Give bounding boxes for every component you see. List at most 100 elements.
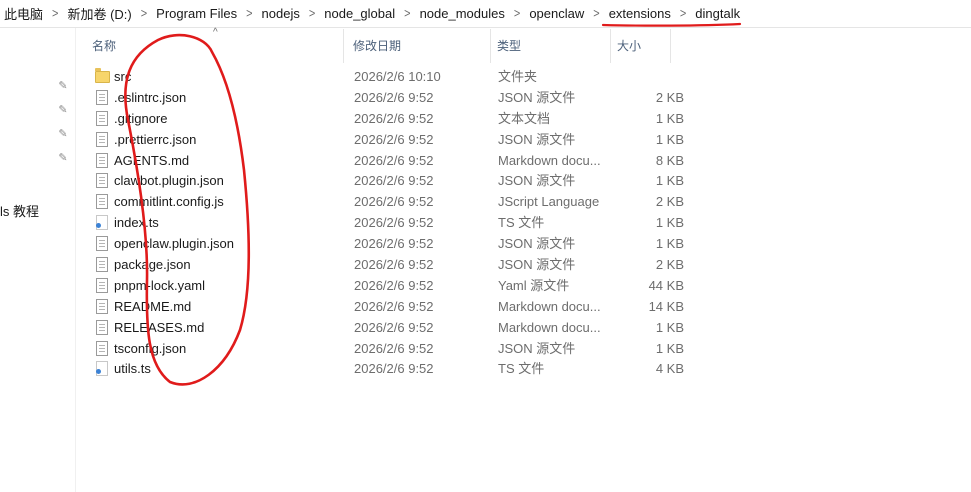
file-type: JSON 源文件	[498, 236, 576, 252]
document-icon	[96, 340, 108, 356]
file-name: commitlint.config.js	[114, 194, 224, 210]
file-type: TS 文件	[498, 361, 545, 377]
file-row[interactable]: clawbot.plugin.json 2026/2/6 9:52 JSON 源文件…	[76, 170, 971, 191]
file-row[interactable]: AGENTS.md 2026/2/6 9:52 Markdown docu... 8 …	[76, 150, 971, 171]
file-name: utils.ts	[114, 361, 151, 377]
file-name: clawbot.plugin.json	[114, 173, 224, 189]
chevron-right-icon[interactable]: >	[511, 6, 523, 20]
document-icon	[96, 89, 108, 105]
document-icon	[96, 194, 108, 210]
chevron-right-icon[interactable]: >	[306, 6, 318, 20]
file-name: AGENTS.md	[114, 152, 190, 168]
file-name: README.md	[114, 298, 192, 314]
file-size: 1 KB	[655, 131, 684, 147]
pin-icon: ✎	[58, 128, 68, 140]
file-type: Markdown docu...	[498, 298, 601, 314]
breadcrumb-item[interactable]: openclaw	[523, 6, 590, 21]
file-type: TS 文件	[498, 215, 545, 231]
typescript-file-icon	[96, 361, 108, 377]
file-size: 1 KB	[655, 340, 684, 356]
column-header-name[interactable]: 名称	[86, 29, 344, 63]
file-row[interactable]: package.json 2026/2/6 9:52 JSON 源文件 2 KB	[76, 254, 971, 275]
file-row[interactable]: README.md 2026/2/6 9:52 Markdown docu... 14…	[76, 296, 971, 317]
folder-icon	[95, 68, 110, 83]
file-row[interactable]: src 2026/2/6 10:10 文件夹	[76, 66, 971, 87]
column-headers: ^ 名称 修改日期 类型 大小	[76, 27, 971, 63]
file-row[interactable]: .prettierrc.json 2026/2/6 9:52 JSON 源文件 1 K…	[76, 129, 971, 150]
file-date: 2026/2/6 9:52	[354, 257, 434, 273]
file-size: 1 KB	[655, 236, 684, 252]
file-row[interactable]: commitlint.config.js 2026/2/6 9:52 JScript…	[76, 191, 971, 212]
document-icon	[96, 236, 108, 252]
breadcrumb: 此电脑 > 新加卷 (D:) > Program Files > nodejs > node_g…	[0, 0, 971, 28]
column-header-type[interactable]: 类型	[491, 29, 611, 63]
file-date: 2026/2/6 10:10	[354, 69, 441, 84]
breadcrumb-item[interactable]: dingtalk	[689, 6, 746, 21]
file-type: Markdown docu...	[498, 319, 601, 335]
file-type: 文件夹	[498, 69, 538, 84]
file-type: Markdown docu...	[498, 152, 601, 168]
breadcrumb-item[interactable]: 新加卷 (D:)	[61, 4, 137, 23]
file-name: package.json	[114, 257, 191, 273]
breadcrumb-item[interactable]: extensions	[603, 6, 677, 21]
chevron-right-icon[interactable]: >	[138, 6, 150, 20]
file-size: 44 KB	[648, 277, 684, 293]
file-row[interactable]: .eslintrc.json 2026/2/6 9:52 JSON 源文件 2 KB	[76, 87, 971, 108]
file-date: 2026/2/6 9:52	[354, 194, 434, 210]
file-date: 2026/2/6 9:52	[354, 152, 434, 168]
chevron-right-icon[interactable]: >	[677, 6, 689, 20]
file-size: 1 KB	[655, 215, 684, 231]
file-date: 2026/2/6 9:52	[354, 89, 434, 105]
file-row[interactable]: tsconfig.json 2026/2/6 9:52 JSON 源文件 1 KB	[76, 338, 971, 359]
file-row[interactable]: .gitignore 2026/2/6 9:52 文本文档 1 KB	[76, 108, 971, 129]
document-icon	[96, 298, 108, 314]
file-type: 文本文档	[498, 110, 551, 126]
file-name: RELEASES.md	[114, 319, 205, 335]
file-type: JScript Language	[498, 194, 600, 210]
column-header-size[interactable]: 大小	[611, 29, 671, 63]
chevron-right-icon[interactable]: >	[401, 6, 413, 20]
document-icon	[96, 131, 108, 147]
nav-item-label[interactable]: ls 教程	[0, 201, 39, 220]
file-list: src 2026/2/6 10:10 文件夹 .eslintrc.json 2026/2…	[76, 66, 971, 379]
navigation-pane: ✎ ✎ ✎ ✎ ls 教程	[0, 28, 76, 492]
file-row[interactable]: RELEASES.md 2026/2/6 9:52 Markdown docu...…	[76, 317, 971, 338]
file-row[interactable]: utils.ts 2026/2/6 9:52 TS 文件 4 KB	[76, 358, 971, 379]
file-type: JSON 源文件	[498, 131, 576, 147]
file-size: 2 KB	[655, 89, 684, 105]
file-size: 2 KB	[655, 257, 684, 273]
file-row[interactable]: index.ts 2026/2/6 9:52 TS 文件 1 KB	[76, 212, 971, 233]
breadcrumb-item[interactable]: Program Files	[150, 6, 243, 21]
breadcrumb-item[interactable]: node_global	[318, 6, 401, 21]
file-size: 14 KB	[648, 298, 684, 314]
chevron-right-icon[interactable]: >	[49, 6, 61, 20]
file-date: 2026/2/6 9:52	[354, 215, 434, 231]
file-row[interactable]: pnpm-lock.yaml 2026/2/6 9:52 Yaml 源文件 44 KB	[76, 275, 971, 296]
pin-icon: ✎	[58, 152, 68, 164]
file-name: .eslintrc.json	[114, 89, 187, 105]
file-type: JSON 源文件	[498, 89, 576, 105]
file-row[interactable]: openclaw.plugin.json 2026/2/6 9:52 JSON 源文…	[76, 233, 971, 254]
document-icon	[96, 110, 108, 126]
chevron-right-icon[interactable]: >	[243, 6, 255, 20]
file-type: JSON 源文件	[498, 340, 576, 356]
file-date: 2026/2/6 9:52	[354, 173, 434, 189]
file-name: pnpm-lock.yaml	[114, 277, 206, 293]
file-type: Yaml 源文件	[498, 277, 570, 293]
file-size: 1 KB	[655, 319, 684, 335]
file-date: 2026/2/6 9:52	[354, 131, 434, 147]
chevron-right-icon[interactable]: >	[590, 6, 602, 20]
file-date: 2026/2/6 9:52	[354, 319, 434, 335]
file-size: 2 KB	[655, 194, 684, 210]
breadcrumb-item[interactable]: node_modules	[414, 6, 511, 21]
column-header-date[interactable]: 修改日期	[347, 29, 491, 63]
document-icon	[96, 277, 108, 293]
breadcrumb-item[interactable]: nodejs	[256, 6, 306, 21]
file-size: 8 KB	[655, 152, 684, 168]
file-type: JSON 源文件	[498, 173, 576, 189]
breadcrumb-item[interactable]: 此电脑	[0, 4, 49, 23]
document-icon	[96, 173, 108, 189]
file-name: .gitignore	[114, 110, 168, 126]
file-size: 1 KB	[655, 173, 684, 189]
file-name: index.ts	[114, 215, 159, 231]
